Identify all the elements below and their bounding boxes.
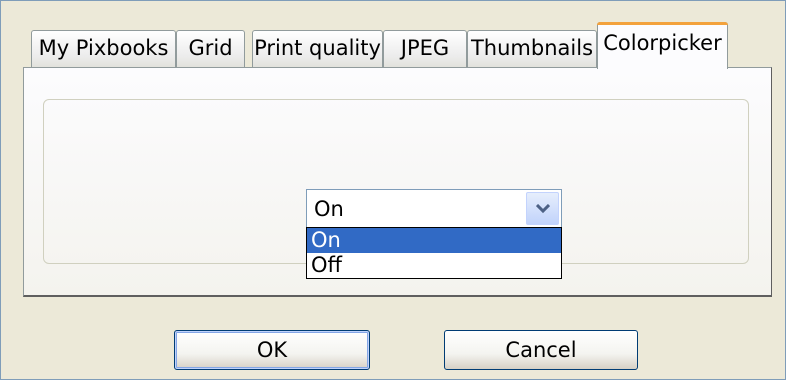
- colorpicker-groupbox: On On Off: [43, 99, 749, 279]
- tab-colorpicker[interactable]: Colorpicker: [597, 22, 728, 69]
- option-on[interactable]: On: [307, 228, 561, 253]
- option-off[interactable]: Off: [307, 253, 561, 278]
- chevron-down-icon: [536, 204, 550, 214]
- tab-grid[interactable]: Grid: [176, 30, 245, 67]
- tab-my-pixbooks[interactable]: My Pixbooks: [31, 30, 176, 67]
- combobox-dropdown-button[interactable]: [526, 192, 559, 225]
- tab-jpeg[interactable]: JPEG: [383, 30, 467, 67]
- ok-button[interactable]: OK: [174, 330, 370, 370]
- combobox-value: On: [314, 197, 344, 221]
- colorpicker-combobox[interactable]: On: [306, 189, 562, 228]
- combobox-dropdown-list: On Off: [306, 227, 562, 279]
- colorpicker-panel: On On Off: [23, 67, 772, 297]
- cancel-button[interactable]: Cancel: [444, 330, 638, 370]
- tab-thumbnails[interactable]: Thumbnails: [467, 30, 597, 67]
- dialog-window: My Pixbooks Grid Print quality JPEG Thum…: [0, 0, 786, 380]
- tab-print-quality[interactable]: Print quality: [252, 30, 383, 67]
